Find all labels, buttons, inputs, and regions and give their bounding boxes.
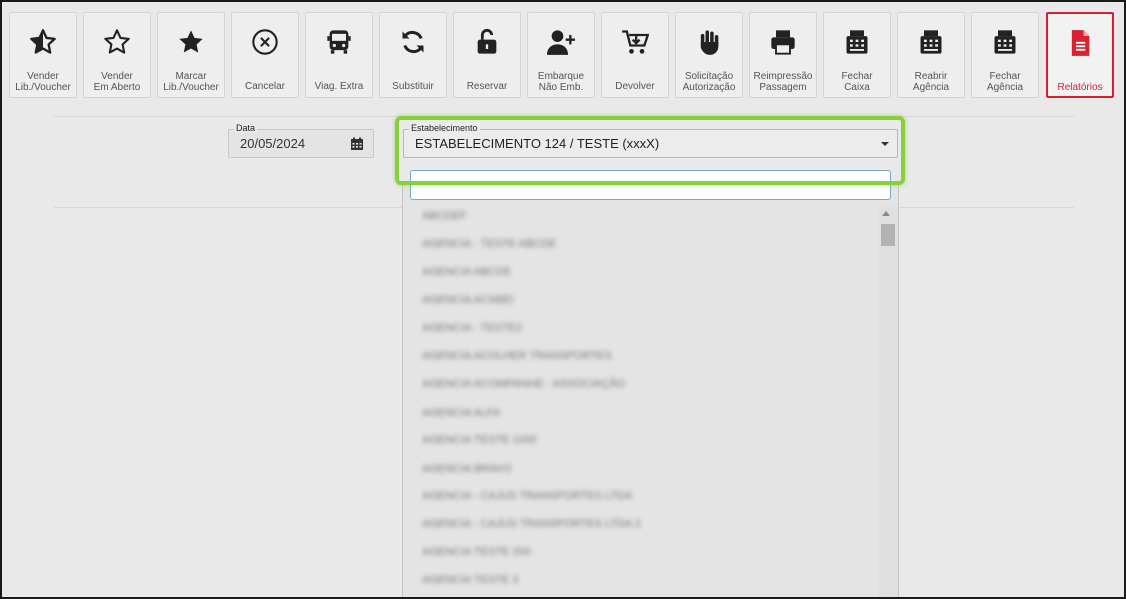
cash-register-icon — [898, 27, 964, 57]
star-filled-icon — [158, 27, 224, 57]
dropdown-scrollbar[interactable] — [878, 207, 897, 597]
dropdown-option[interactable]: AGENCIA - CAJUS TRANSPORTES LTDA — [422, 489, 668, 503]
dropdown-option[interactable]: AGENCIA ABCDE — [422, 265, 518, 279]
dropdown-option[interactable]: AGENCIA BRAVO — [422, 462, 542, 476]
cash-register-icon — [972, 27, 1038, 57]
close-cashier-button[interactable]: Fechar Caixa — [823, 12, 891, 98]
button-label: Solicitação Autorização — [682, 71, 736, 93]
dropdown-option[interactable]: AGENCIA - CAJUS TRANSPORTES LTDA 2 — [422, 517, 678, 531]
button-label: Vender Em Aberto — [93, 71, 141, 93]
extra-trip-button[interactable]: Viag. Extra — [305, 12, 373, 98]
button-label: Viag. Extra — [314, 81, 364, 92]
button-label: Substituir — [392, 81, 434, 92]
button-label: Marcar Lib./Voucher — [163, 71, 219, 93]
user-plus-icon — [528, 27, 594, 57]
button-label: Vender Lib./Voucher — [15, 71, 71, 93]
cart-return-icon — [602, 27, 668, 57]
scrollbar-thumb[interactable] — [881, 224, 895, 246]
report-file-icon — [1048, 28, 1112, 58]
button-label: Relatórios — [1057, 82, 1103, 93]
reports-button[interactable]: Relatórios — [1046, 12, 1114, 98]
button-label: Cancelar — [244, 81, 286, 92]
button-label: Reabrir Agência — [912, 71, 950, 93]
button-label: Fechar Agência — [986, 71, 1024, 93]
hand-icon — [676, 27, 742, 57]
refresh-icon — [380, 27, 446, 57]
cash-register-icon — [824, 27, 890, 57]
close-agency-button[interactable]: Fechar Agência — [971, 12, 1039, 98]
sell-voucher-button[interactable]: Vender Lib./Voucher — [9, 12, 77, 98]
boarding-button[interactable]: Embarque Não Emb. — [527, 12, 595, 98]
reserve-button[interactable]: Reservar — [453, 12, 521, 98]
reprint-ticket-button[interactable]: Reimpressão Passagem — [749, 12, 817, 98]
unlock-icon — [454, 27, 520, 57]
button-label: Embarque Não Emb. — [537, 71, 585, 93]
dropdown-option[interactable]: AGENCIA - TESTE ABCDE — [422, 237, 582, 251]
dropdown-option[interactable]: AGENCIA ACOLHER TRANSPORTES — [422, 349, 632, 363]
dropdown-option[interactable]: AGENCIA TESTE 1000 — [422, 433, 560, 447]
button-label: Devolver — [615, 81, 655, 92]
cancel-button[interactable]: Cancelar — [231, 12, 299, 98]
button-label: Reservar — [466, 81, 508, 92]
button-label: Reimpressão Passagem — [753, 71, 813, 93]
scroll-up-arrow-icon[interactable] — [882, 211, 890, 216]
reopen-agency-button[interactable]: Reabrir Agência — [897, 12, 965, 98]
button-label: Fechar Caixa — [841, 71, 873, 93]
date-value[interactable]: 20/05/2024 — [240, 136, 305, 151]
dropdown-option[interactable]: AGENCIA ALFA — [422, 406, 510, 420]
date-label: Data — [234, 123, 258, 133]
cancel-circle-icon — [232, 27, 298, 57]
dropdown-option[interactable]: AGENCIA - TESTE2 — [422, 321, 546, 335]
highlight-box — [395, 116, 905, 185]
substitute-button[interactable]: Substituir — [379, 12, 447, 98]
app-window: Vender Lib./Voucher Vender Em Aberto Mar… — [0, 0, 1126, 599]
calendar-icon[interactable] — [350, 137, 364, 151]
star-outline-icon — [84, 27, 150, 57]
star-half-icon — [10, 27, 76, 57]
dropdown-option[interactable]: AGENCIA TESTE 200 — [422, 545, 540, 559]
mark-voucher-button[interactable]: Marcar Lib./Voucher — [157, 12, 225, 98]
sell-open-button[interactable]: Vender Em Aberto — [83, 12, 151, 98]
return-button[interactable]: Devolver — [601, 12, 669, 98]
printer-icon — [750, 27, 816, 57]
dropdown-option[interactable]: AGENCIA TESTE 3 — [422, 573, 524, 587]
authorization-request-button[interactable]: Solicitação Autorização — [675, 12, 743, 98]
dropdown-option[interactable]: AGENCIA ACABEI — [422, 293, 538, 307]
bus-icon — [306, 27, 372, 57]
dropdown-option[interactable]: AGENCIA ACOMPANHE - ASSOCIAÇÃO — [422, 377, 644, 391]
dropdown-option[interactable]: ABCDEF — [422, 209, 480, 223]
